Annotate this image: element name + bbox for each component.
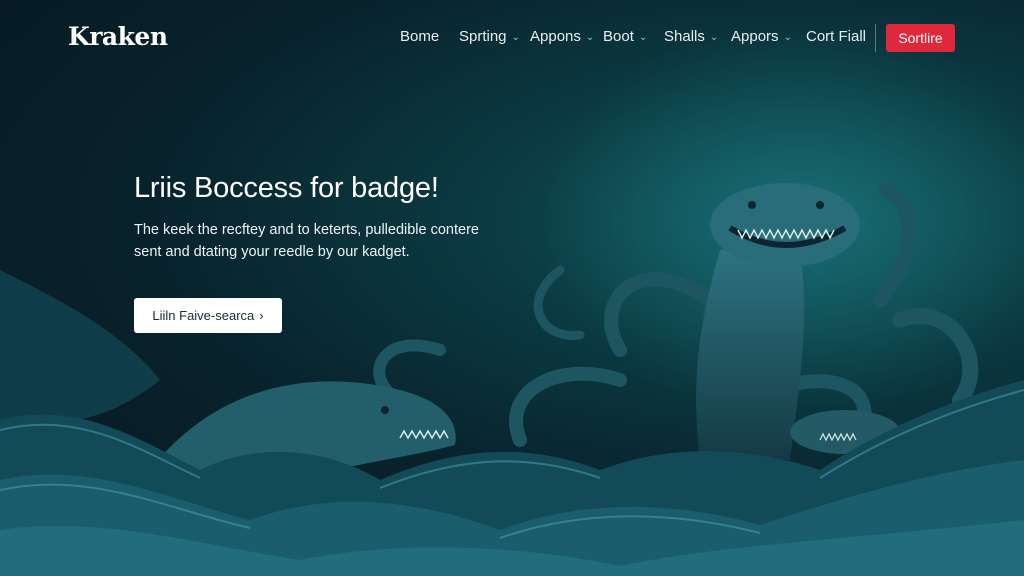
cta-button[interactable]: Sortlire <box>886 24 955 52</box>
nav-item-label: Bome <box>400 28 440 45</box>
hero-cta-button[interactable]: Liiln Faive-searca › <box>134 298 282 333</box>
nav-item-shalls[interactable]: Shalls ⌄ <box>664 28 718 45</box>
top-navigation-bar: Kraken Bome Sprting ⌄ Appons ⌄ Boot ⌄ Shall… <box>0 0 1024 76</box>
nav-item-cort-fiall[interactable]: Cort Fiall <box>806 28 866 45</box>
nav-item-label: Cort Fiall <box>806 28 867 45</box>
chevron-right-icon: › <box>259 308 264 323</box>
chevron-down-icon: ⌄ <box>585 32 595 43</box>
nav-item-appors[interactable]: Appors ⌄ <box>731 28 792 45</box>
hero-cta-label: Liiln Faive-searca <box>152 308 255 323</box>
nav-divider <box>875 24 876 52</box>
chevron-down-icon: ⌄ <box>638 32 648 43</box>
nav-item-label: Sprting <box>459 28 507 45</box>
chevron-down-icon: ⌄ <box>511 32 520 43</box>
brand-logo[interactable]: Kraken <box>68 22 168 51</box>
nav-item-boot[interactable]: Boot ⌄ <box>603 28 647 45</box>
nav-item-bome[interactable]: Bome <box>400 28 439 45</box>
hero-title: Lriis Boccess for badge! <box>134 172 439 204</box>
nav-item-label: Shalls <box>664 28 705 45</box>
hero-description: The keek the recftey and to keterts, pul… <box>134 222 479 260</box>
nav-item-appons[interactable]: Appons ⌄ <box>530 28 594 45</box>
chevron-down-icon: ⌄ <box>783 32 792 43</box>
hero-background-illustration <box>0 20 1024 576</box>
chevron-down-icon: ⌄ <box>709 32 719 43</box>
nav-item-label: Appons <box>530 28 581 45</box>
hero-section: Lriis Boccess for badge! The keek the re… <box>134 172 494 333</box>
nav-item-label: Appors <box>731 28 779 45</box>
nav-item-label: Boot <box>603 28 634 45</box>
nav-item-sprting[interactable]: Sprting ⌄ <box>459 28 520 45</box>
